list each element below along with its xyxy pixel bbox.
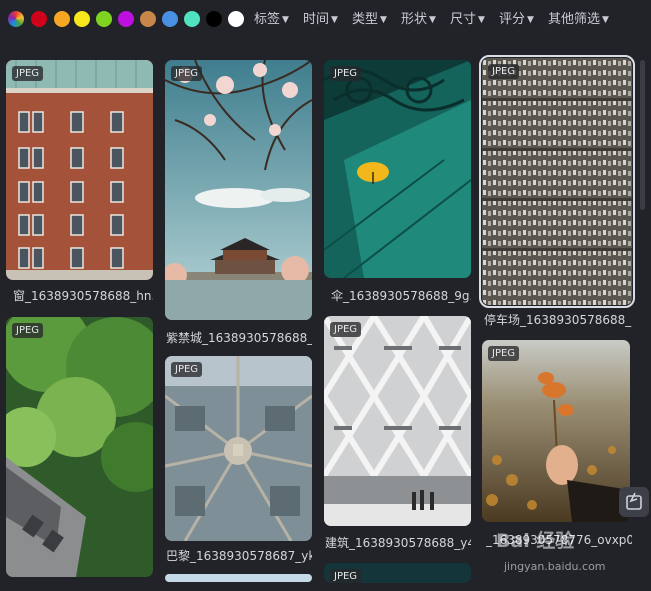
color-swatch-teal[interactable] [184, 11, 200, 27]
paris-aerial-thumbnail [165, 356, 312, 541]
flower-thumbnail [482, 340, 630, 522]
file-type-badge: JPEG [488, 64, 520, 79]
color-swatch-white[interactable] [228, 11, 244, 27]
chevron-down-icon: ▼ [380, 15, 387, 25]
scrollbar[interactable] [640, 60, 645, 210]
file-type-badge: JPEG [171, 66, 203, 81]
image-caption-paris[interactable]: 巴黎_1638930578687_yk.. [166, 548, 312, 564]
chevron-down-icon: ▼ [429, 15, 436, 25]
color-swatch-all-icon[interactable] [8, 11, 24, 27]
image-caption-parking-lot[interactable]: 停车场_1638930578688_.. [484, 312, 632, 328]
file-type-badge: JPEG [330, 569, 362, 583]
chevron-down-icon: ▼ [602, 15, 609, 25]
file-type-badge: JPEG [12, 323, 44, 338]
filter-other[interactable]: 其他筛选 ▼ [548, 11, 609, 29]
filter-rating[interactable]: 评分 ▼ [499, 11, 534, 29]
filter-other-label: 其他筛选 [548, 12, 601, 27]
color-swatch-green[interactable] [96, 11, 112, 27]
image-card-parking-lot[interactable]: JPEG [479, 55, 635, 308]
file-type-badge: JPEG [330, 66, 362, 81]
import-button[interactable] [619, 487, 649, 517]
chevron-down-icon: ▼ [527, 15, 534, 25]
color-swatch-blue[interactable] [162, 11, 178, 27]
color-swatch-brown[interactable] [140, 11, 156, 27]
image-caption-building[interactable]: 建筑_1638930578688_y4.. [325, 535, 471, 551]
image-card-tree[interactable]: JPEG [6, 317, 153, 577]
image-card-paris[interactable]: JPEG [165, 356, 312, 541]
color-swatch-purple[interactable] [118, 11, 134, 27]
image-card-partial[interactable] [165, 574, 312, 582]
filter-type-label: 类型 [352, 12, 379, 27]
file-type-badge: JPEG [330, 322, 362, 337]
filter-tags[interactable]: 标签 ▼ [254, 11, 289, 29]
image-card-partial-2[interactable]: JPEG [324, 563, 471, 583]
image-caption-umbrella[interactable]: 伞_1638930578688_9g.. [331, 288, 471, 304]
image-card-umbrella[interactable]: JPEG [324, 60, 471, 278]
tree-building-thumbnail [6, 317, 153, 577]
image-card-window[interactable]: JPEG [6, 60, 153, 280]
color-swatch-red[interactable] [31, 11, 47, 27]
filter-shape[interactable]: 形状 ▼ [401, 11, 436, 29]
color-swatch-orange[interactable] [54, 11, 70, 27]
umbrella-thumbnail [324, 60, 471, 278]
image-card-building[interactable]: JPEG [324, 316, 471, 526]
file-type-badge: JPEG [171, 362, 203, 377]
parking-lot-thumbnail [482, 58, 632, 305]
image-card-forbidden-city[interactable]: JPEG [165, 60, 312, 320]
file-type-badge: JPEG [488, 346, 520, 361]
image-card-flower[interactable]: JPEG [482, 340, 630, 522]
chevron-down-icon: ▼ [282, 15, 289, 25]
window-building-thumbnail [6, 60, 153, 280]
import-icon [626, 492, 642, 510]
building-thumbnail [324, 316, 471, 526]
filter-tags-label: 标签 [254, 12, 281, 27]
filter-time[interactable]: 时间 ▼ [303, 11, 338, 29]
color-swatch-yellow[interactable] [74, 11, 90, 27]
filter-size[interactable]: 尺寸 ▼ [450, 11, 485, 29]
filter-rating-label: 评分 [499, 12, 526, 27]
watermark-logo-text: Bai 经验 [496, 530, 575, 552]
filter-shape-label: 形状 [401, 12, 428, 27]
color-swatch-black[interactable] [206, 11, 222, 27]
chevron-down-icon: ▼ [331, 15, 338, 25]
file-type-badge: JPEG [12, 66, 44, 81]
baidu-watermark: Bai 经验 jingyan.baidu.com [488, 524, 648, 580]
filter-type[interactable]: 类型 ▼ [352, 11, 387, 29]
chevron-down-icon: ▼ [478, 15, 485, 25]
image-caption-window[interactable]: 窗_1638930578688_hn.. [13, 288, 153, 304]
image-caption-forbidden-city[interactable]: 紫禁城_1638930578688_.. [166, 330, 312, 346]
filter-time-label: 时间 [303, 12, 330, 27]
forbidden-city-thumbnail [165, 60, 312, 320]
filter-toolbar: 标签 ▼ 时间 ▼ 类型 ▼ 形状 ▼ 尺寸 ▼ 评分 ▼ 其他筛选 ▼ [0, 0, 651, 40]
filter-size-label: 尺寸 [450, 12, 477, 27]
watermark-url: jingyan.baidu.com [504, 560, 606, 573]
